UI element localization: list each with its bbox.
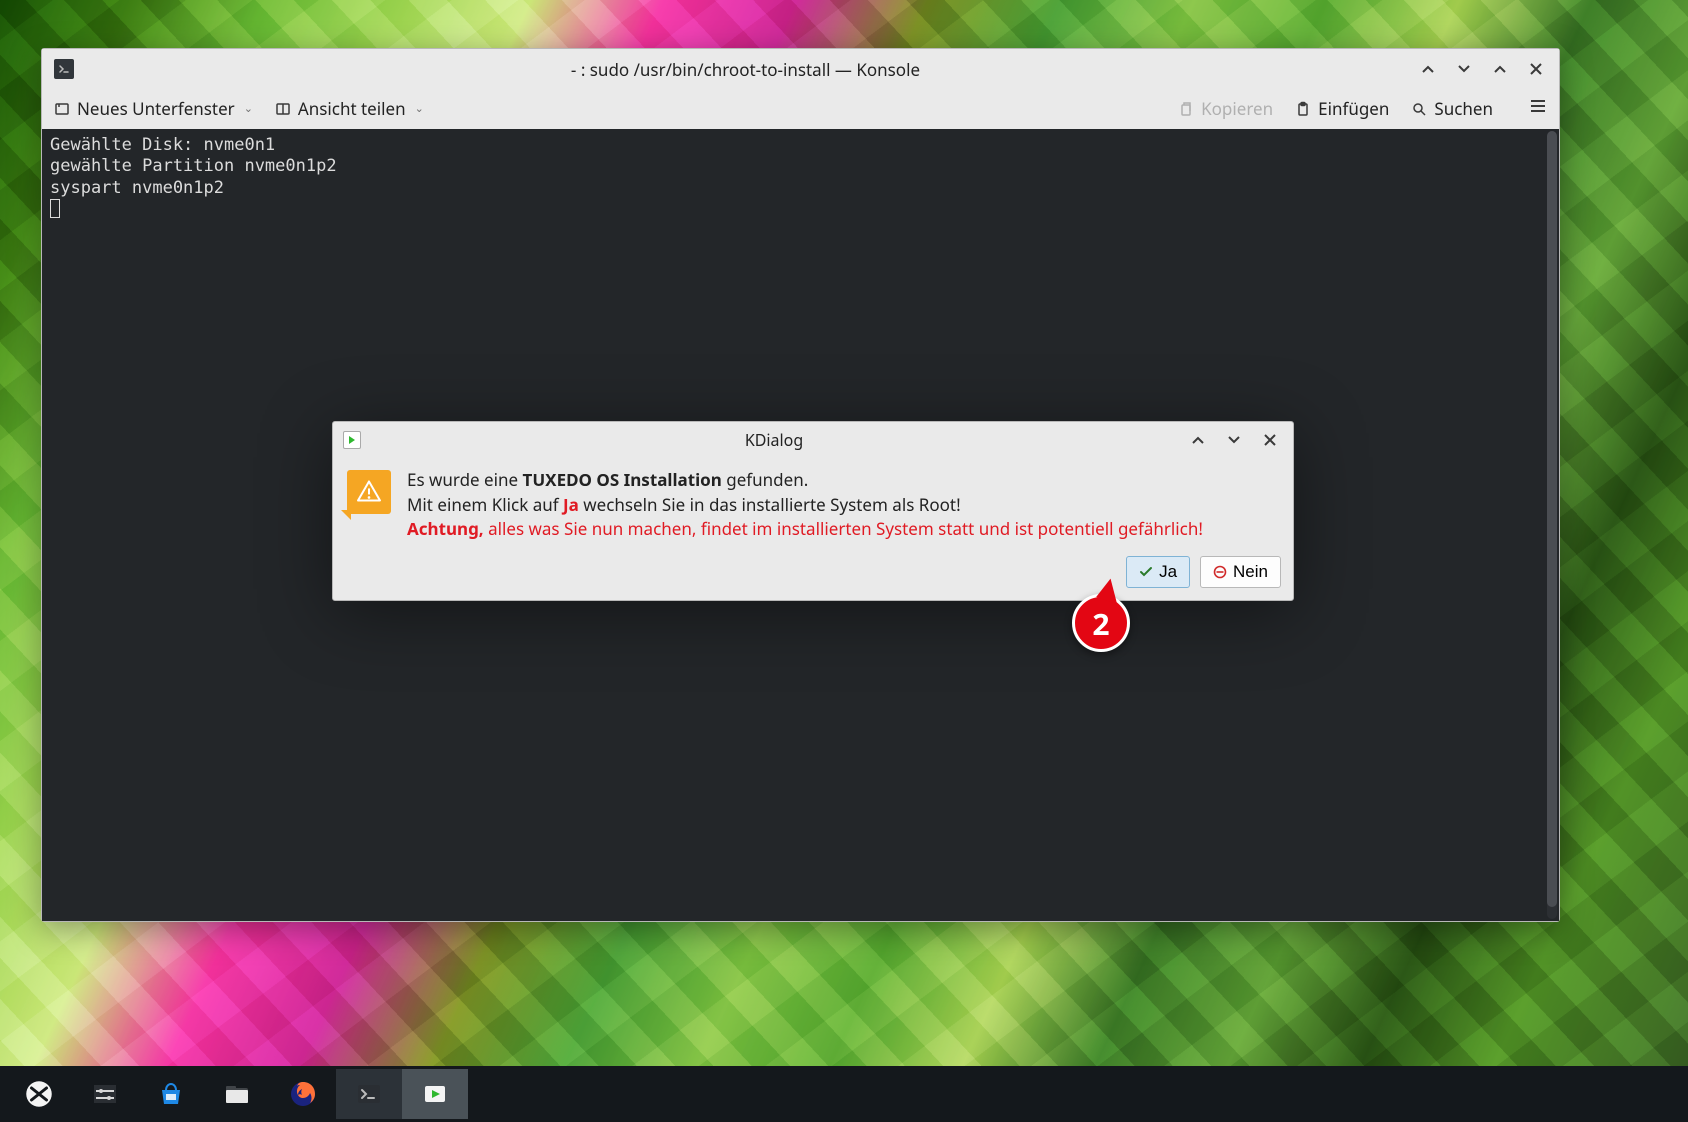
- search-label: Suchen: [1434, 97, 1493, 120]
- keep-above-icon[interactable]: [1187, 429, 1209, 451]
- annotation-number: 2: [1092, 603, 1109, 644]
- chevron-down-icon: ⌄: [415, 101, 424, 116]
- new-tab-label: Neues Unterfenster: [77, 97, 235, 120]
- kdialog-message: Es wurde eine TUXEDO OS Installation gef…: [407, 468, 1203, 542]
- close-icon[interactable]: [1259, 429, 1281, 451]
- app-launcher[interactable]: [6, 1069, 72, 1119]
- split-view-button[interactable]: Ansicht teilen ⌄: [275, 97, 424, 120]
- settings-icon[interactable]: [72, 1069, 138, 1119]
- hamburger-icon[interactable]: [1529, 97, 1547, 120]
- files-icon[interactable]: [204, 1069, 270, 1119]
- kdialog-window: KDialog Es wurde eine TUXEDO OS Installa…: [332, 421, 1294, 601]
- yes-button[interactable]: Ja: [1126, 556, 1190, 588]
- paste-button[interactable]: Einfügen: [1295, 97, 1389, 120]
- no-entry-icon: [1213, 565, 1227, 579]
- copy-button: Kopieren: [1178, 97, 1273, 120]
- check-icon: [1139, 565, 1153, 579]
- new-tab-icon: [54, 101, 70, 117]
- window-title: - : sudo /usr/bin/chroot-to-install — Ko…: [74, 58, 1417, 81]
- split-view-icon: [275, 101, 291, 117]
- konsole-task[interactable]: [336, 1069, 402, 1119]
- paste-icon: [1295, 101, 1311, 117]
- minimize-icon[interactable]: [1223, 429, 1245, 451]
- terminal-cursor: [50, 199, 60, 218]
- firefox-icon[interactable]: [270, 1069, 336, 1119]
- chevron-down-icon: ⌄: [244, 101, 253, 116]
- search-button[interactable]: Suchen: [1411, 97, 1493, 120]
- minimize-icon[interactable]: [1453, 58, 1475, 80]
- yes-label: Ja: [1159, 562, 1177, 582]
- close-icon[interactable]: [1525, 58, 1547, 80]
- store-icon[interactable]: [138, 1069, 204, 1119]
- search-icon: [1411, 101, 1427, 117]
- split-view-label: Ansicht teilen: [298, 97, 406, 120]
- paste-label: Einfügen: [1318, 97, 1389, 120]
- kdialog-title: KDialog: [361, 429, 1187, 451]
- konsole-toolbar: Neues Unterfenster ⌄ Ansicht teilen ⌄ Ko…: [42, 89, 1559, 129]
- maximize-icon[interactable]: [1489, 58, 1511, 80]
- copy-icon: [1178, 101, 1194, 117]
- kdialog-titlebar[interactable]: KDialog: [333, 422, 1293, 458]
- terminal-line: Gewählte Disk: nvme0n1: [50, 135, 275, 155]
- new-tab-button[interactable]: Neues Unterfenster ⌄: [54, 97, 253, 120]
- kdialog-task[interactable]: [402, 1069, 468, 1119]
- terminal-line: syspart nvme0n1p2: [50, 178, 224, 198]
- kdialog-icon: [343, 431, 361, 449]
- no-button[interactable]: Nein: [1200, 556, 1281, 588]
- terminal-line: gewählte Partition nvme0n1p2: [50, 156, 337, 176]
- taskbar: [0, 1066, 1688, 1122]
- copy-label: Kopieren: [1201, 97, 1273, 120]
- terminal-icon: [54, 59, 74, 79]
- keep-above-icon[interactable]: [1417, 58, 1439, 80]
- annotation-badge: 2: [1072, 594, 1130, 652]
- warning-icon: [347, 470, 391, 514]
- no-label: Nein: [1233, 562, 1268, 582]
- konsole-titlebar[interactable]: - : sudo /usr/bin/chroot-to-install — Ko…: [42, 49, 1559, 89]
- scrollbar-thumb[interactable]: [1547, 131, 1557, 907]
